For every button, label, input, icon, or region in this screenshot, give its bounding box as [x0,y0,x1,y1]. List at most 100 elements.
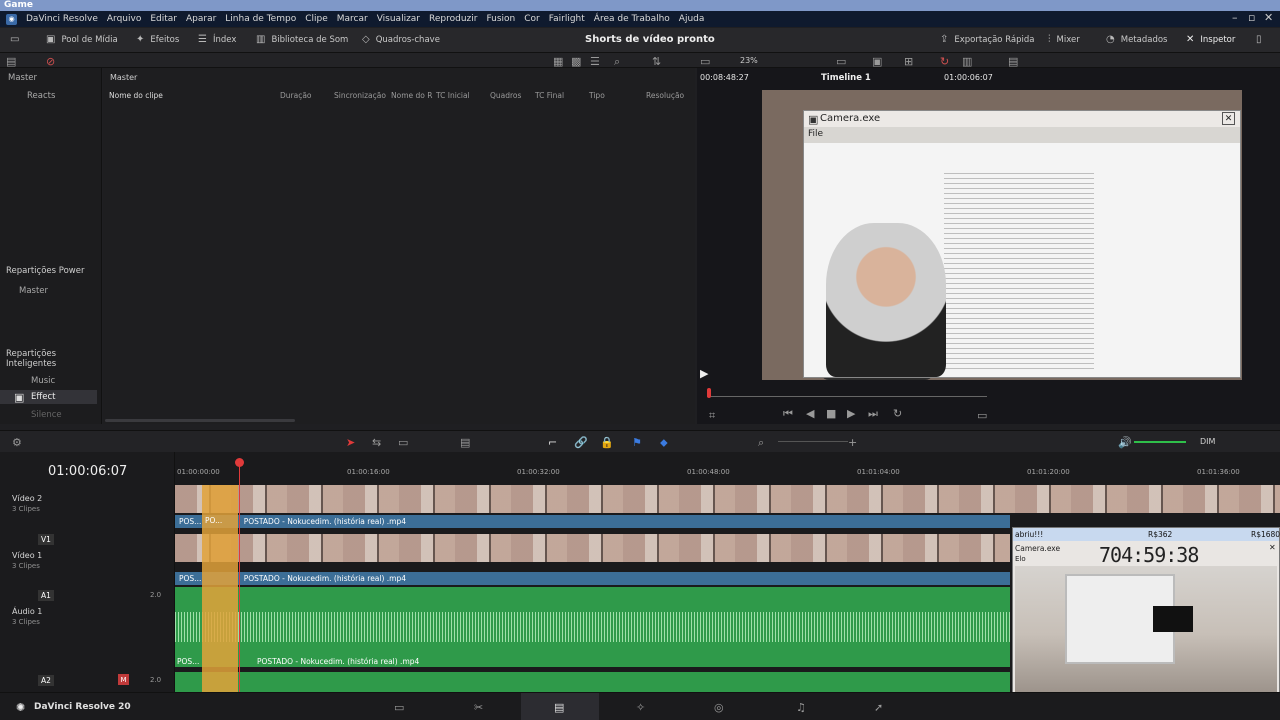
playhead-handle[interactable] [235,458,244,467]
flag-icon[interactable]: ⚑ [632,436,642,449]
marker-icon[interactable]: ⬥ [660,436,668,450]
audio2-clip[interactable] [175,672,1010,692]
inspector-button[interactable]: ✕ Inspetor [1186,34,1235,45]
minimize-icon[interactable]: – [1232,11,1238,24]
timeline-playhead[interactable] [239,460,240,692]
column-tc-end[interactable]: TC Final [535,91,564,100]
menu-item-editar[interactable]: Editar [150,14,177,24]
sort-icon[interactable]: ⇅ [652,55,661,68]
track-a1-id[interactable]: A1 [38,590,54,601]
match-frame-icon[interactable]: ⌗ [709,409,715,423]
scrubber-track[interactable] [707,396,987,397]
page-color-icon[interactable]: ◎ [714,701,724,714]
column-sync[interactable]: Sincronização [334,91,386,100]
keyframes-button[interactable]: ◇ Quadros-chave [362,34,440,45]
page-fairlight-icon[interactable]: ♫ [796,701,806,714]
page-cut-icon[interactable]: ✂ [474,701,483,714]
timeline-zoom-slider[interactable] [778,441,848,442]
menu-item-reproduzir[interactable]: Reproduzir [429,14,477,24]
go-to-start-icon[interactable]: ⏮ [783,407,793,421]
loop-playback-icon[interactable]: ↻ [893,407,902,420]
transform-icon[interactable]: ▣ [872,55,882,68]
loop-icon[interactable]: ↻ [940,55,949,68]
crop-icon[interactable]: ⊞ [904,55,913,68]
search-icon[interactable]: ⌕ [614,55,620,69]
go-to-end-icon[interactable]: ⏭ [868,407,878,421]
track-v1-id[interactable]: V1 [38,534,54,545]
list-view-icon[interactable]: ▤ [6,55,16,68]
page-edit-tab[interactable]: ▤ [521,693,599,720]
page-deliver-icon[interactable]: ➚ [874,701,883,714]
page-media-icon[interactable]: ▭ [394,701,404,714]
grid-view-icon[interactable]: ▦ [553,55,563,68]
menu-item-cor[interactable]: Cor [524,14,540,24]
video2-clip-label[interactable]: POS... POSTADO - Nokucedim. (história re… [175,515,1010,528]
close-icon[interactable]: ✕ [1264,11,1273,24]
track-a2-mute-icon[interactable]: M [118,674,129,685]
camera-close-icon[interactable]: ✕ [1222,112,1235,125]
selection-tool-icon[interactable]: ➤ [346,436,355,449]
lock-icon[interactable]: 🔒 [600,436,614,449]
overwrite-icon[interactable]: ▤ [460,436,470,449]
thumb-view-icon[interactable]: ▩ [571,55,581,68]
volume-icon[interactable]: 🔊 [1118,436,1132,449]
menu-item-aparar[interactable]: Aparar [186,14,216,24]
video1-thumbnails[interactable] [175,534,1010,562]
play-toggle-icon[interactable]: ▶ [700,367,708,380]
menu-item-ajuda[interactable]: Ajuda [679,14,705,24]
horizontal-scrollbar[interactable] [105,419,295,422]
menu-item-clipe[interactable]: Clipe [305,14,328,24]
column-resolution[interactable]: Resolução [646,91,684,100]
power-bin-master[interactable]: Master [19,286,48,296]
snapping-icon[interactable]: ⌐ [548,436,557,449]
menu-item-arquivo[interactable]: Arquivo [107,14,141,24]
column-tc-start[interactable]: TC Inicial [436,91,470,100]
timeline-selector[interactable]: Timeline 1 [821,73,871,83]
page-fusion-icon[interactable]: ✧ [636,701,645,714]
smart-bin-silence[interactable]: Silence [31,410,62,420]
menu-item-davinci[interactable]: DaVinci Resolve [26,14,98,24]
menu-item-area-de-trabalho[interactable]: Área de Trabalho [594,14,670,24]
zoom-out-icon[interactable]: ⌕ [758,436,764,450]
effects-button[interactable]: ✦ Efeitos [136,34,179,45]
master-bin[interactable]: Master [8,73,37,83]
sync-icon[interactable]: ⊘ [46,55,55,68]
play-icon[interactable]: ▶ [847,407,855,420]
video2-thumbnails[interactable] [175,485,1280,513]
menu-item-marcar[interactable]: Marcar [337,14,368,24]
menu-item-linha-de-tempo[interactable]: Linha de Tempo [225,14,296,24]
maximize-icon[interactable]: ▫ [1248,11,1255,24]
column-frames[interactable]: Quadros [490,91,521,100]
media-pool-button[interactable]: ▣ Pool de Mídia [46,34,118,45]
menu-item-fusion[interactable]: Fusion [486,14,515,24]
panel-toggle[interactable]: ▭ [10,34,19,45]
column-clip-name[interactable]: Nome do clipe [109,91,163,100]
track-a2-id[interactable]: A2 [38,675,54,686]
volume-slider[interactable] [1134,441,1186,443]
list-icon[interactable]: ☰ [590,55,600,68]
fullscreen-icon[interactable]: ▭ [977,409,987,422]
zoom-in-icon[interactable]: + [848,436,857,449]
index-button[interactable]: ☰ Índex [198,34,236,45]
column-duration[interactable]: Duração [280,91,312,100]
sound-library-button[interactable]: ▥ Biblioteca de Som [256,34,348,45]
audio-meter-icon[interactable]: ▤ [1008,55,1018,68]
smart-bin-effect[interactable]: ▣ Effect [0,390,97,404]
zoom-level[interactable]: 23% [740,56,758,65]
audio1-clip[interactable]: POS... POSTADO - Nokucedim. (história re… [175,587,1010,667]
dual-viewer-icon[interactable]: ▥ [962,55,972,68]
camera-file-menu[interactable]: File [808,129,823,139]
play-reverse-icon[interactable]: ◀ [806,407,814,420]
stop-icon[interactable]: ■ [826,407,836,420]
quick-export-button[interactable]: ⇪ Exportação Rápida [940,34,1035,45]
menu-item-visualizar[interactable]: Visualizar [377,14,420,24]
dim-button[interactable]: DIM [1200,437,1215,446]
blade-tool-icon[interactable]: ▭ [398,436,408,449]
trim-tool-icon[interactable]: ⇆ [372,436,381,449]
bin-item-reacts[interactable]: Reacts [27,91,55,101]
smart-bin-music[interactable]: Music [31,376,55,386]
menu-item-fairlight[interactable]: Fairlight [549,14,585,24]
timeline-options-icon[interactable]: ⚙ [12,436,22,449]
link-icon[interactable]: 🔗 [574,436,588,449]
scrubber-playhead[interactable] [707,388,711,398]
